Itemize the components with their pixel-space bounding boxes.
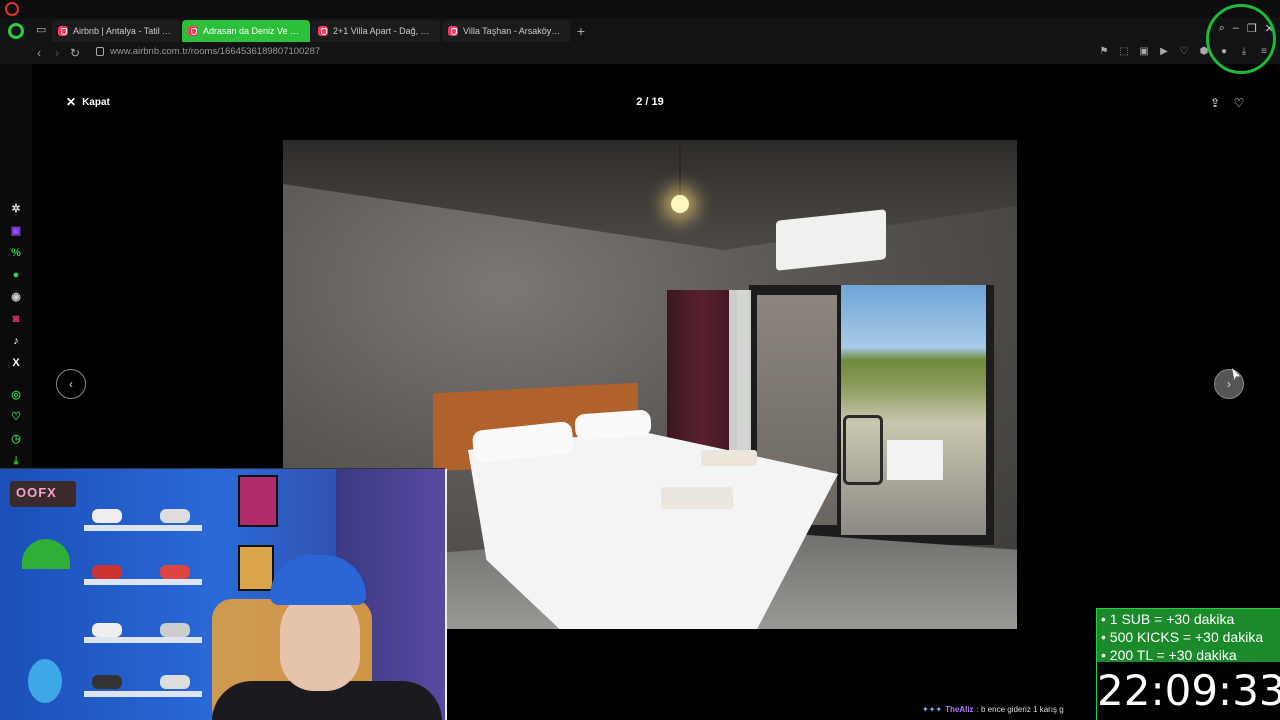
- sidebar: ✲ ▣ % ● ◉ ◙ ♪ X ◎ ♡ ◷ ⤓: [0, 64, 32, 468]
- subathon-rules: • 1 SUB = +30 dakika • 500 KICKS = +30 d…: [1096, 608, 1280, 663]
- save-heart-icon[interactable]: ♡: [1232, 96, 1246, 110]
- close-icon: ✕: [66, 95, 77, 109]
- chevron-left-icon: ‹: [69, 377, 73, 391]
- back-icon[interactable]: ‹: [32, 46, 46, 60]
- cam-lamp: [22, 539, 70, 569]
- webcam-overlay: OOFX: [0, 468, 447, 720]
- airbnb-icon: [58, 26, 68, 36]
- chatgpt-icon[interactable]: ✲: [9, 202, 23, 216]
- cam-shoe: [92, 675, 122, 689]
- opera-gx-icon: [5, 2, 19, 16]
- reload-icon[interactable]: ↻: [68, 46, 82, 60]
- chat-badges-icon: ✦✦✦: [922, 705, 943, 714]
- airbnb-icon: [448, 26, 458, 36]
- history-icon[interactable]: ◷: [9, 432, 23, 446]
- tab-label: Adrasan da Deniz Ve Dağ: [203, 26, 302, 36]
- tab-adrasan[interactable]: Adrasan da Deniz Ve Dağ: [182, 20, 310, 42]
- previous-photo-button[interactable]: ‹: [56, 369, 86, 399]
- cam-shoe: [92, 509, 122, 523]
- favorite-icon[interactable]: ♡: [1178, 46, 1190, 58]
- cam-guitar: [28, 659, 62, 703]
- close-label: Kapat: [82, 96, 110, 108]
- pin-icon[interactable]: ⚑: [1098, 46, 1110, 58]
- tab-airbnb-antalya[interactable]: Airbnb | Antalya - Tatil Ama: [52, 20, 180, 42]
- photo-towel: [701, 450, 757, 466]
- new-tab-button[interactable]: +: [572, 20, 590, 42]
- chevron-right-icon: ›: [1227, 377, 1231, 391]
- airbnb-icon: [318, 26, 328, 36]
- tiktok-icon[interactable]: ♪: [9, 334, 23, 348]
- photo-counter: 2 / 19: [636, 96, 664, 108]
- url-field[interactable]: www.airbnb.com.tr/rooms/1664536189807100…: [96, 46, 320, 57]
- cam-shoe: [160, 675, 190, 689]
- cam-logo: OOFX: [10, 481, 76, 507]
- tab-label: 2+1 Villa Apart - Dağ, Orma: [333, 26, 432, 36]
- photo-chair: [843, 415, 883, 485]
- share-icon[interactable]: ⇪: [1208, 96, 1222, 110]
- url-text: www.airbnb.com.tr/rooms/1664536189807100…: [110, 46, 321, 57]
- cam-poster: [238, 545, 274, 591]
- subathon-timer: 22:09:33: [1096, 662, 1280, 720]
- extension-icon[interactable]: ▣: [1138, 46, 1150, 58]
- airbnb-icon: [188, 26, 198, 36]
- subathon-line: • 1 SUB = +30 dakika: [1101, 611, 1235, 627]
- cam-poster: [238, 475, 278, 527]
- instagram-icon[interactable]: ◙: [9, 312, 23, 326]
- forward-icon[interactable]: ›: [50, 46, 64, 60]
- cam-shoe: [160, 565, 190, 579]
- photo-table: [887, 440, 943, 480]
- discount-icon[interactable]: %: [9, 246, 23, 260]
- chat-text: : b ence gideriz 1 karış g: [976, 705, 1064, 714]
- twitch-icon[interactable]: ▣: [9, 224, 23, 238]
- play-icon[interactable]: ▶: [1158, 46, 1170, 58]
- whatsapp-icon[interactable]: ●: [9, 268, 23, 282]
- cam-face: [280, 591, 360, 691]
- tabs: Airbnb | Antalya - Tatil Ama Adrasan da …: [52, 20, 590, 42]
- chat-user: TheAliz: [945, 705, 974, 714]
- screen: ▭ Airbnb | Antalya - Tatil Ama Adrasan d…: [0, 0, 1280, 720]
- x-icon[interactable]: X: [9, 356, 23, 370]
- tab-villa-apart[interactable]: 2+1 Villa Apart - Dağ, Orma: [312, 20, 440, 42]
- cam-shelf: [84, 579, 202, 585]
- cam-shelf: [84, 525, 202, 531]
- subathon-line: • 500 KICKS = +30 dakika: [1101, 629, 1264, 645]
- opera-icon[interactable]: [8, 23, 24, 39]
- photo-towel: [661, 487, 733, 509]
- stream-watermark-icon: [1206, 4, 1276, 74]
- player-icon[interactable]: ◎: [9, 388, 23, 402]
- heart-sidebar-icon[interactable]: ♡: [9, 410, 23, 424]
- cam-shoe: [160, 623, 190, 637]
- tab-label: Villa Taşhan - Arsaköy şeh: [463, 26, 562, 36]
- cam-shoe: [92, 565, 122, 579]
- tab-menu-icon[interactable]: ▭: [36, 24, 48, 36]
- tab-villa-tashan[interactable]: Villa Taşhan - Arsaköy şeh: [442, 20, 570, 42]
- address-bar: ‹ › ↻ www.airbnb.com.tr/rooms/1664536189…: [0, 42, 1280, 64]
- cam-shoe: [160, 509, 190, 523]
- discord-icon[interactable]: ◉: [9, 290, 23, 304]
- close-gallery-button[interactable]: ✕ Kapat: [66, 96, 110, 108]
- screenshot-icon[interactable]: ⬚: [1118, 46, 1130, 58]
- cam-shelf: [84, 637, 202, 643]
- photo-glass-view: [841, 285, 986, 535]
- photo-pillow: [574, 409, 652, 441]
- os-top-strip: [0, 0, 1280, 18]
- downloads-icon[interactable]: ⤓: [9, 454, 23, 468]
- cam-shelf: [84, 691, 202, 697]
- tab-label: Airbnb | Antalya - Tatil Ama: [73, 26, 172, 36]
- photo-wire: [679, 140, 681, 198]
- chat-message: ✦✦✦ TheAliz : b ence gideriz 1 karış g: [922, 705, 1064, 714]
- cam-shoe: [92, 623, 122, 637]
- photo-bulb: [671, 195, 689, 213]
- next-photo-button[interactable]: ›: [1214, 369, 1244, 399]
- lock-icon: [96, 47, 104, 56]
